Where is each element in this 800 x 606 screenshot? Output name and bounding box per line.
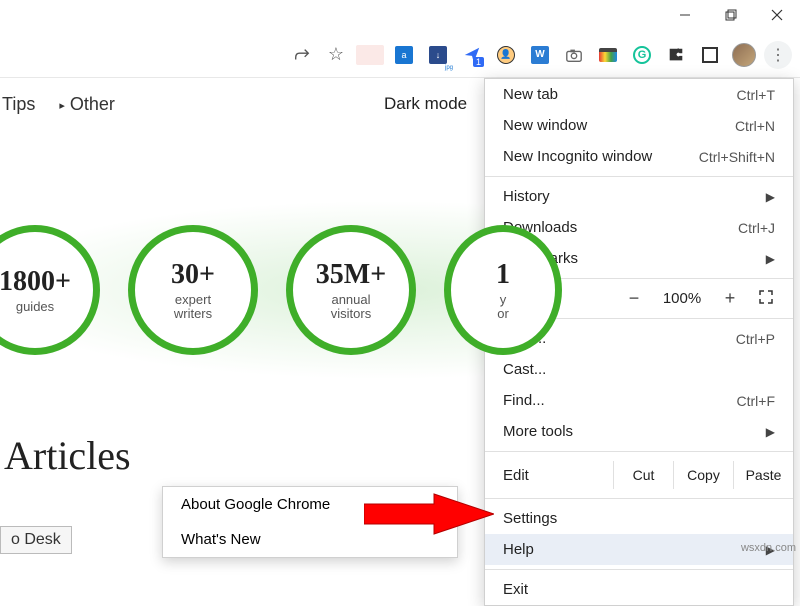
extension-rainbow-icon[interactable]	[594, 41, 622, 69]
stat-number: 1	[496, 259, 510, 291]
edit-cut-button[interactable]: Cut	[613, 461, 673, 489]
stat-circle: 30+ expert writers	[128, 225, 258, 355]
annotation-arrow-icon	[364, 490, 494, 538]
side-panel-icon[interactable]	[696, 41, 724, 69]
menu-separator	[485, 176, 793, 177]
nav-tips[interactable]: Tips	[0, 90, 37, 119]
menu-label: More tools	[503, 423, 573, 440]
extension-word-icon[interactable]: W	[526, 41, 554, 69]
stat-label: guides	[16, 300, 54, 314]
shortcut: Ctrl+T	[737, 87, 776, 103]
chevron-right-icon: ▶	[766, 190, 775, 204]
extension-send-icon[interactable]: 1	[458, 41, 486, 69]
extension-blank-icon[interactable]	[356, 41, 384, 69]
menu-label: Edit	[503, 467, 613, 484]
page-nav: Tips ▸ Other	[0, 90, 117, 119]
fullscreen-button[interactable]	[753, 289, 779, 309]
menu-label: Exit	[503, 581, 528, 598]
menu-cast[interactable]: Cast...	[485, 354, 793, 385]
stat-label: y or	[497, 293, 509, 322]
window-controls	[662, 0, 800, 30]
stat-number: 35M+	[316, 259, 386, 291]
zoom-in-button[interactable]: +	[717, 288, 743, 309]
menu-label: Find...	[503, 392, 545, 409]
stat-label: annual visitors	[331, 293, 371, 322]
menu-new-window[interactable]: New window Ctrl+N	[485, 110, 793, 141]
dark-mode-toggle[interactable]: Dark mode	[384, 94, 467, 114]
odesk-button[interactable]: o Desk	[0, 526, 72, 554]
watermark: wsxdn.com	[741, 542, 796, 554]
menu-label: New window	[503, 117, 587, 134]
chevron-right-icon: ▶	[766, 425, 775, 439]
extension-camera-icon[interactable]	[560, 41, 588, 69]
menu-settings[interactable]: Settings	[485, 503, 793, 534]
menu-edit: Edit Cut Copy Paste	[485, 456, 793, 494]
minimize-button[interactable]	[662, 0, 708, 30]
chrome-menu-button[interactable]: ⋮	[764, 41, 792, 69]
menu-label: Help	[503, 541, 534, 558]
menu-label: Settings	[503, 510, 557, 527]
shortcut: Ctrl+P	[736, 331, 775, 347]
menu-label: Cast...	[503, 361, 546, 378]
share-icon[interactable]	[288, 41, 316, 69]
articles-heading: Articles	[4, 432, 131, 479]
shortcut: Ctrl+Shift+N	[699, 149, 775, 165]
menu-more-tools[interactable]: More tools ▶	[485, 416, 793, 447]
maximize-button[interactable]	[708, 0, 754, 30]
stat-circle: 1 y or	[444, 225, 562, 355]
shortcut: Ctrl+J	[738, 220, 775, 236]
menu-incognito[interactable]: New Incognito window Ctrl+Shift+N	[485, 141, 793, 172]
browser-toolbar: ☆ a ↓jpg 1 👤 W G ⋮	[0, 32, 800, 78]
stat-label: expert writers	[174, 293, 212, 322]
extension-grammarly-icon[interactable]: G	[628, 41, 656, 69]
extension-face-icon[interactable]: 👤	[492, 41, 520, 69]
menu-new-tab[interactable]: New tab Ctrl+T	[485, 79, 793, 110]
edit-paste-button[interactable]: Paste	[733, 461, 793, 489]
stat-number: 1800+	[0, 266, 71, 298]
nav-other[interactable]: ▸ Other	[57, 90, 117, 119]
stat-circle: 35M+ annual visitors	[286, 225, 416, 355]
close-button[interactable]	[754, 0, 800, 30]
menu-label: New Incognito window	[503, 148, 652, 165]
chevron-right-icon: ▶	[766, 252, 775, 266]
menu-separator	[485, 451, 793, 452]
zoom-out-button[interactable]: −	[621, 288, 647, 309]
extensions-puzzle-icon[interactable]	[662, 41, 690, 69]
extension-download-icon[interactable]: ↓jpg	[424, 41, 452, 69]
menu-label: New tab	[503, 86, 558, 103]
menu-find[interactable]: Find... Ctrl+F	[485, 385, 793, 416]
extension-amazon-icon[interactable]: a	[390, 41, 418, 69]
stat-circle: 1800+ guides	[0, 225, 100, 355]
edit-copy-button[interactable]: Copy	[673, 461, 733, 489]
zoom-value: 100%	[657, 290, 707, 307]
stat-number: 30+	[171, 259, 215, 291]
menu-label: History	[503, 188, 550, 205]
menu-separator	[485, 498, 793, 499]
shortcut: Ctrl+F	[737, 393, 776, 409]
menu-exit[interactable]: Exit	[485, 574, 793, 605]
profile-avatar[interactable]	[730, 41, 758, 69]
bookmark-star-icon[interactable]: ☆	[322, 41, 350, 69]
menu-separator	[485, 569, 793, 570]
nav-other-label: Other	[70, 94, 115, 114]
shortcut: Ctrl+N	[735, 118, 775, 134]
menu-history[interactable]: History ▶	[485, 181, 793, 212]
